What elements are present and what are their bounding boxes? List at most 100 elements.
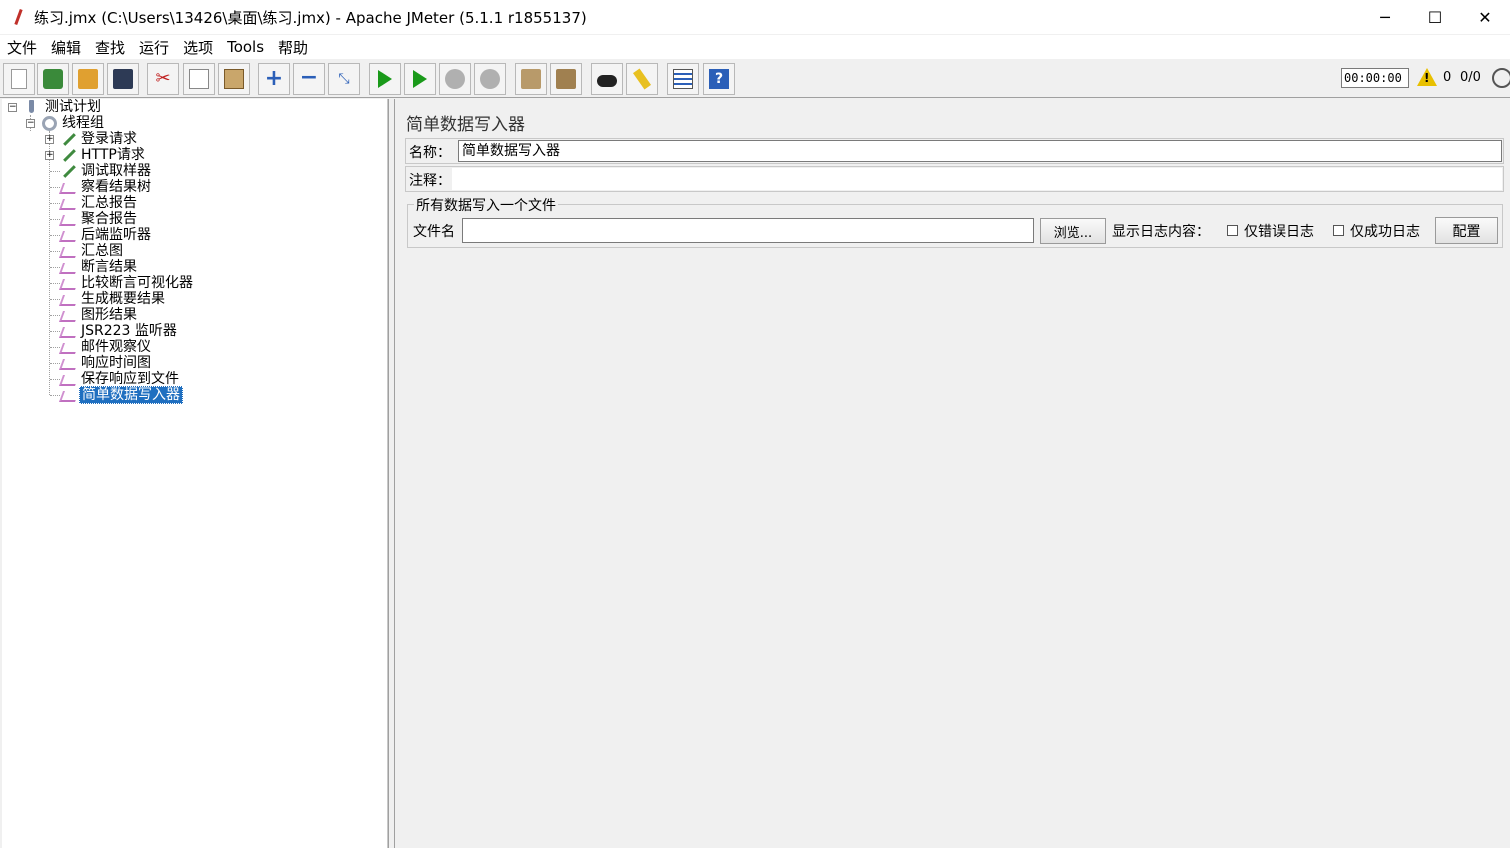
reset-search-icon <box>632 68 652 90</box>
reset-search-button[interactable] <box>626 63 658 95</box>
tree-node-aggregate-graph[interactable]: 汇总图 <box>60 243 125 259</box>
comment-input[interactable] <box>452 168 1502 190</box>
stop-button[interactable] <box>439 63 471 95</box>
open-button[interactable] <box>72 63 104 95</box>
search-icon <box>597 75 617 87</box>
menu-edit[interactable]: 编辑 <box>44 37 88 58</box>
browse-button[interactable]: 浏览... <box>1040 218 1106 244</box>
success-only-checkbox[interactable] <box>1333 225 1344 236</box>
menu-help[interactable]: 帮助 <box>271 37 315 58</box>
tree-node-jsr223-listener[interactable]: JSR223 监听器 <box>60 323 179 339</box>
cut-button[interactable]: ✂ <box>147 63 179 95</box>
listener-graph-icon <box>60 388 76 402</box>
tree-node-test-plan[interactable]: 测试计划 <box>24 99 103 115</box>
tree-node-thread-group[interactable]: 线程组 <box>42 115 106 131</box>
copy-icon <box>189 69 209 89</box>
menu-run[interactable]: 运行 <box>132 37 176 58</box>
listener-graph-icon <box>60 292 76 306</box>
close-icon[interactable]: ✕ <box>1460 0 1510 34</box>
tree-node-http-request[interactable]: HTTP请求 <box>60 147 147 163</box>
jmeter-feather-icon <box>12 8 26 26</box>
paste-icon <box>224 69 244 89</box>
start-button[interactable] <box>369 63 401 95</box>
menu-options[interactable]: 选项 <box>176 37 220 58</box>
clear-button[interactable] <box>515 63 547 95</box>
panel-title: 简单数据写入器 <box>406 115 525 135</box>
tree-node-aggregate-report[interactable]: 聚合报告 <box>60 211 139 227</box>
listener-graph-icon <box>60 356 76 370</box>
copy-button[interactable] <box>183 63 215 95</box>
toggle-button[interactable]: ⤡ <box>328 63 360 95</box>
new-button[interactable] <box>3 63 35 95</box>
listener-graph-icon <box>60 260 76 274</box>
shutdown-button[interactable] <box>474 63 506 95</box>
filename-label: 文件名 <box>413 224 455 240</box>
help-button[interactable]: ? <box>703 63 735 95</box>
paste-button[interactable] <box>218 63 250 95</box>
file-group-title: 所有数据写入一个文件 <box>414 195 558 215</box>
listener-graph-icon <box>60 180 76 194</box>
tree-node-view-results-tree[interactable]: 察看结果树 <box>60 179 153 195</box>
name-input[interactable]: 简单数据写入器 <box>458 140 1502 162</box>
name-label: 名称： <box>409 145 451 161</box>
tree-node-assertion-results[interactable]: 断言结果 <box>60 259 139 275</box>
menu-bar: 文件 编辑 查找 运行 选项 Tools 帮助 <box>0 35 1510 59</box>
expand-button[interactable]: + <box>258 63 290 95</box>
window-title: 练习.jmx (C:\Users\13426\桌面\练习.jmx) - Apac… <box>34 8 587 27</box>
function-helper-button[interactable] <box>667 63 699 95</box>
test-plan-icon <box>24 100 40 114</box>
pane-splitter[interactable] <box>388 99 395 848</box>
sampler-pipette-icon <box>60 164 76 178</box>
new-icon <box>11 69 27 89</box>
save-icon <box>113 69 133 89</box>
tree-node-graph-results[interactable]: 图形结果 <box>60 307 139 323</box>
expand-login-request-toggle[interactable]: + <box>45 135 54 144</box>
clear-icon <box>521 69 541 89</box>
tree-node-comparison-assertion-visualizer[interactable]: 比较断言可视化器 <box>60 275 195 291</box>
tree-node-response-time-graph[interactable]: 响应时间图 <box>60 355 153 371</box>
test-plan-tree[interactable]: − 测试计划 − 线程组 + 登录请求 + HTTP请求 调试取样器 察看结果树… <box>2 99 388 848</box>
minimize-icon[interactable]: ─ <box>1360 0 1410 34</box>
clear-all-button[interactable] <box>550 63 582 95</box>
start-no-pause-button[interactable] <box>404 63 436 95</box>
elapsed-timer: 00:00:00 <box>1341 68 1409 88</box>
tree-node-generate-summary-results[interactable]: 生成概要结果 <box>60 291 167 307</box>
expand-icon: + <box>264 66 284 91</box>
menu-search[interactable]: 查找 <box>88 37 132 58</box>
menu-file[interactable]: 文件 <box>0 37 44 58</box>
collapse-root-toggle[interactable]: − <box>8 103 17 112</box>
listener-graph-icon <box>60 228 76 242</box>
tree-node-login-request[interactable]: 登录请求 <box>60 131 139 147</box>
search-button[interactable] <box>591 63 623 95</box>
title-bar: 练习.jmx (C:\Users\13426\桌面\练习.jmx) - Apac… <box>0 0 1510 34</box>
configure-button[interactable]: 配置 <box>1435 217 1498 244</box>
menu-tools[interactable]: Tools <box>220 38 271 56</box>
listener-graph-icon <box>60 340 76 354</box>
clear-all-icon <box>556 69 576 89</box>
maximize-icon[interactable]: ☐ <box>1410 0 1460 34</box>
collapse-icon: − <box>299 65 319 90</box>
thread-group-gear-icon <box>42 115 57 131</box>
sampler-pipette-icon <box>60 132 76 146</box>
tree-node-simple-data-writer[interactable]: 简单数据写入器 <box>60 386 183 404</box>
listener-graph-icon <box>60 308 76 322</box>
expand-http-request-toggle[interactable]: + <box>45 151 54 160</box>
listener-graph-icon <box>60 244 76 258</box>
tree-node-mailer-visualizer[interactable]: 邮件观察仪 <box>60 339 153 355</box>
tree-node-debug-sampler[interactable]: 调试取样器 <box>60 163 153 179</box>
tree-node-save-responses-to-file[interactable]: 保存响应到文件 <box>60 371 181 387</box>
tree-node-summary-report[interactable]: 汇总报告 <box>60 195 139 211</box>
function-helper-icon <box>673 69 693 89</box>
collapse-thread-group-toggle[interactable]: − <box>26 119 35 128</box>
help-icon: ? <box>709 69 729 89</box>
warning-icon[interactable] <box>1417 68 1437 86</box>
templates-button[interactable] <box>37 63 69 95</box>
collapse-button[interactable]: − <box>293 63 325 95</box>
filename-input[interactable] <box>462 218 1034 243</box>
errors-only-checkbox[interactable] <box>1227 225 1238 236</box>
sampler-pipette-icon <box>60 148 76 162</box>
save-button[interactable] <box>107 63 139 95</box>
stop-icon <box>445 69 465 89</box>
tree-node-backend-listener[interactable]: 后端监听器 <box>60 227 153 243</box>
start-no-pause-icon <box>413 70 427 88</box>
